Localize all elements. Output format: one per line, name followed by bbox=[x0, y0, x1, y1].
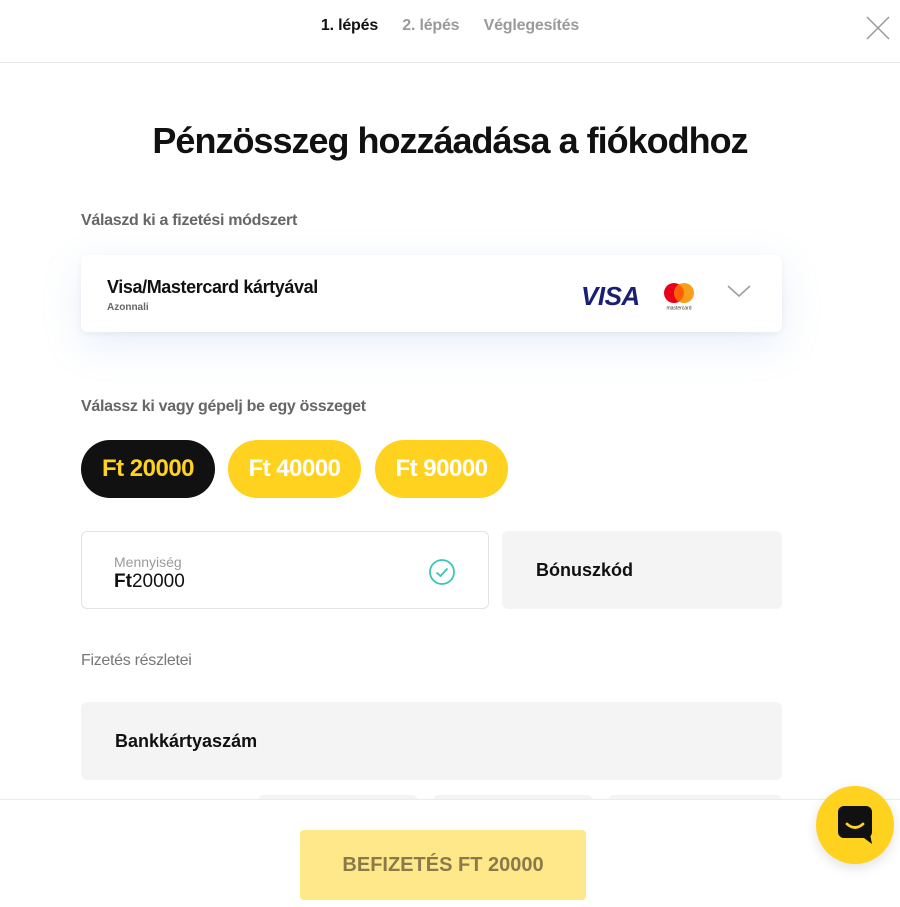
amount-option-90000[interactable]: Ft 90000 bbox=[375, 440, 508, 498]
step-indicator: 1. lépés 2. lépés Véglegesítés bbox=[0, 17, 900, 35]
payment-method-subtitle: Azonnali bbox=[107, 302, 149, 313]
chat-button[interactable] bbox=[816, 786, 894, 864]
quantity-amount: 20000 bbox=[131, 571, 185, 592]
amount-option-20000[interactable]: Ft 20000 bbox=[81, 440, 215, 498]
mastercard-logo: mastercard bbox=[664, 283, 694, 312]
mastercard-label: mastercard bbox=[666, 306, 691, 312]
page-title: Pénzösszeg hozzáadása a fiókodhoz bbox=[152, 120, 748, 161]
amount-option-40000[interactable]: Ft 40000 bbox=[228, 440, 361, 498]
chevron-down-icon bbox=[727, 285, 751, 298]
close-icon bbox=[866, 16, 890, 40]
currency-symbol: Ft bbox=[114, 571, 132, 592]
payment-method-label: Válaszd ki a fizetési módszert bbox=[81, 212, 297, 229]
footer-bar: BEFIZETÉS FT 20000 bbox=[0, 799, 900, 907]
quantity-value: Ft20000 bbox=[114, 571, 185, 593]
check-circle-icon bbox=[429, 559, 455, 585]
chat-icon bbox=[838, 806, 872, 844]
quantity-input[interactable]: Mennyiség Ft20000 bbox=[81, 531, 489, 609]
step-2: 2. lépés bbox=[402, 17, 460, 34]
bonus-code-label: Bónuszkód bbox=[536, 560, 633, 580]
amount-label: Válassz ki vagy gépelj be egy összeget bbox=[81, 398, 366, 415]
step-1: 1. lépés bbox=[320, 17, 379, 34]
quantity-label: Mennyiség bbox=[114, 554, 182, 570]
payment-method-name: Visa/Mastercard kártyával bbox=[107, 277, 318, 297]
submit-payment-button[interactable]: BEFIZETÉS FT 20000 bbox=[300, 830, 586, 900]
payment-details-label: Fizetés részletei bbox=[81, 652, 192, 669]
close-button[interactable] bbox=[864, 14, 892, 42]
bonus-code-input[interactable]: Bónuszkód bbox=[502, 531, 782, 609]
card-number-label: Bankkártyaszám bbox=[115, 731, 258, 751]
payment-method-select[interactable]: Visa/Mastercard kártyával Azonnali VISA … bbox=[81, 255, 782, 332]
card-number-input[interactable]: Bankkártyaszám bbox=[81, 702, 782, 780]
step-finalize: Véglegesítés bbox=[483, 17, 580, 34]
visa-logo: VISA bbox=[581, 281, 640, 311]
step-header: 1. lépés 2. lépés Véglegesítés bbox=[0, 0, 900, 63]
